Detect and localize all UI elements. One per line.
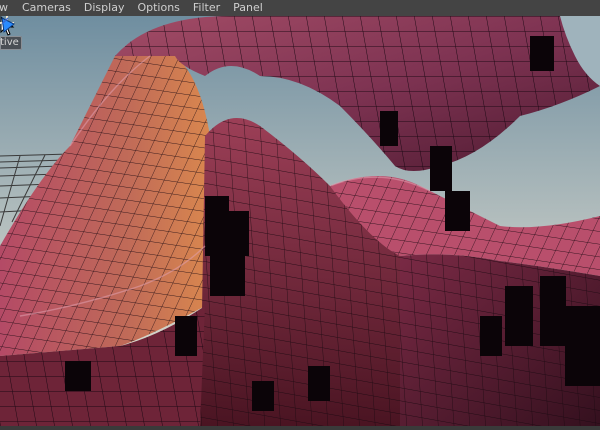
- maya-viewport-window: w Cameras Display Options Filter Panel t…: [0, 0, 600, 430]
- viewport-bottom-border: [0, 426, 600, 430]
- menu-panel[interactable]: Panel: [233, 0, 263, 16]
- viewport-menubar: w Cameras Display Options Filter Panel: [0, 0, 600, 16]
- menu-options[interactable]: Options: [137, 0, 179, 16]
- 3d-viewport[interactable]: tive: [0, 16, 600, 426]
- terrain-mesh-render[interactable]: [0, 16, 600, 426]
- menu-view[interactable]: w: [0, 0, 8, 16]
- axis-gizmo-icon: [1, 17, 9, 25]
- menu-filter[interactable]: Filter: [193, 0, 220, 16]
- menu-cameras[interactable]: Cameras: [22, 0, 71, 16]
- camera-name-label: tive: [0, 36, 22, 50]
- menu-display[interactable]: Display: [84, 0, 125, 16]
